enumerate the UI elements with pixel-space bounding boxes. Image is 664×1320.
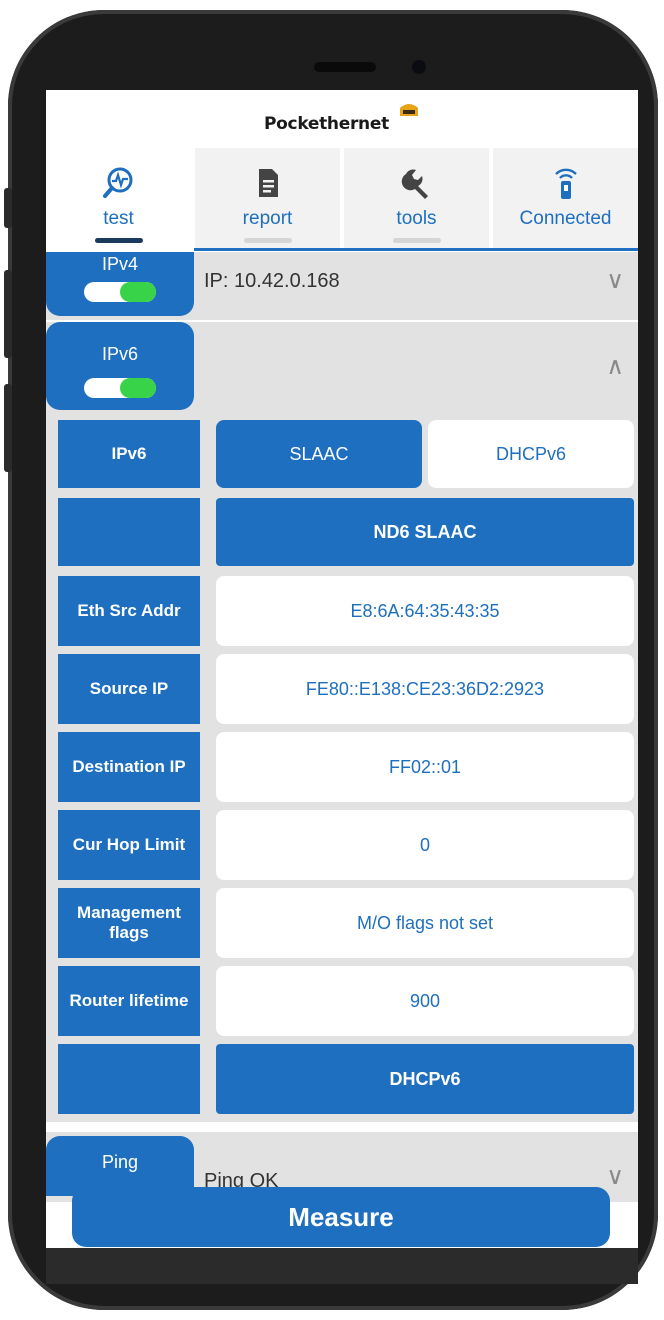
tab-label: test <box>103 208 134 229</box>
management-flags-value: M/O flags not set <box>216 888 634 958</box>
phone-chin <box>46 1248 638 1284</box>
ipv6-mode-label: IPv6 <box>58 420 200 488</box>
wrench-icon <box>401 169 428 199</box>
tab-connected[interactable]: Connected <box>493 148 638 248</box>
source-ip-label: Source IP <box>58 654 200 724</box>
side-button-volume-down <box>4 384 12 472</box>
device-signal-icon <box>554 168 577 199</box>
management-flags-label: Management flags <box>58 888 200 958</box>
app-header: Pockethernet <box>46 90 638 148</box>
toggle-knob <box>120 378 156 398</box>
tab-test[interactable]: test <box>46 148 191 248</box>
tab-report[interactable]: report <box>195 148 340 248</box>
chevron-down-icon[interactable]: ∨ <box>606 1162 624 1191</box>
ipv6-toggle[interactable] <box>84 378 156 398</box>
tab-tools[interactable]: tools <box>344 148 489 248</box>
section-label: Ping <box>101 1152 139 1172</box>
document-icon <box>258 169 278 197</box>
front-camera <box>412 60 426 74</box>
source-ip-value: FE80::E138:CE23:36D2:2923 <box>216 654 634 724</box>
tabs-divider <box>194 248 638 251</box>
measure-button[interactable]: Measure <box>72 1187 610 1247</box>
row-label-empty <box>58 1044 200 1114</box>
earpiece-speaker <box>314 62 376 72</box>
cur-hop-limit-label: Cur Hop Limit <box>58 810 200 880</box>
tab-label: report <box>242 208 293 229</box>
section-label: IPv6 <box>101 344 139 364</box>
router-lifetime-label: Router lifetime <box>58 966 200 1036</box>
active-tab-indicator <box>94 238 143 243</box>
tab-label: tools <box>396 208 437 229</box>
eth-src-addr-value: E8:6A:64:35:43:35 <box>216 576 634 646</box>
destination-ip-value: FF02::01 <box>216 732 634 802</box>
chevron-up-icon[interactable]: ∧ <box>606 352 624 381</box>
tab-indicator <box>243 238 292 243</box>
eth-src-addr-label: Eth Src Addr <box>58 576 200 646</box>
chevron-down-icon[interactable]: ∨ <box>606 266 624 295</box>
nd6-slaac-header: ND6 SLAAC <box>216 498 634 566</box>
ipv4-section-tab: IPv4 <box>46 252 194 316</box>
row-label-empty <box>58 498 200 566</box>
tab-indicator <box>392 238 441 243</box>
side-button-mute <box>4 188 12 228</box>
app-logo: Pockethernet <box>264 114 389 134</box>
cur-hop-limit-value: 0 <box>216 810 634 880</box>
ipv6-section: IPv6 ∧ IPv6 SLAAC DHCPv6 ND6 SLAAC Eth S… <box>46 322 638 1122</box>
dhcpv6-header: DHCPv6 <box>216 1044 634 1114</box>
side-button-volume-up <box>4 270 12 358</box>
mode-slaac-button[interactable]: SLAAC <box>216 420 422 488</box>
wave-search-icon <box>102 167 132 198</box>
section-label: IPv4 <box>101 254 139 274</box>
router-lifetime-value: 900 <box>216 966 634 1036</box>
logo-plug-icon <box>400 104 418 116</box>
ipv6-section-tab[interactable]: IPv6 <box>46 322 194 410</box>
main-tabs: test report tools Connected <box>46 148 638 252</box>
app-screen: Pockethernet test report tools Connected… <box>46 90 638 1248</box>
mode-dhcpv6-button[interactable]: DHCPv6 <box>428 420 634 488</box>
ipv4-toggle[interactable] <box>84 282 156 302</box>
ipv4-section[interactable]: IPv4 IP: 10.42.0.168 ∨ <box>46 252 638 320</box>
ipv4-summary: IP: 10.42.0.168 <box>204 270 340 292</box>
destination-ip-label: Destination IP <box>58 732 200 802</box>
toggle-knob <box>120 282 156 302</box>
tab-label: Connected <box>519 208 612 229</box>
